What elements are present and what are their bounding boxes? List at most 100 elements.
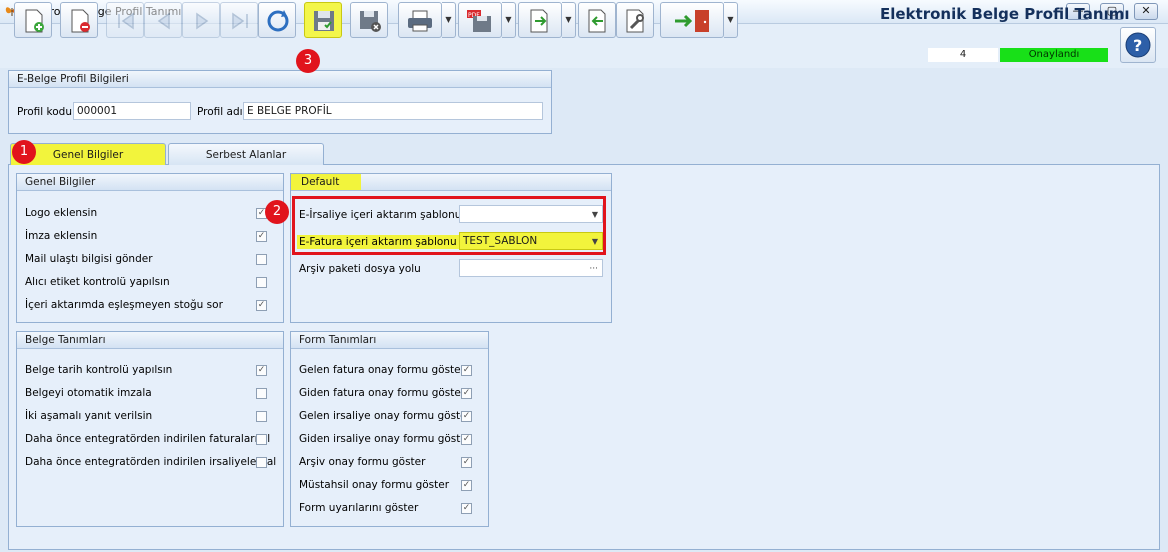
print-icon: [408, 10, 432, 32]
profile-name-input[interactable]: E BELGE PROFİL: [243, 102, 543, 120]
delete-button[interactable]: [60, 2, 98, 38]
giden-fatura-checkbox[interactable]: ✓: [461, 388, 472, 399]
form-tanimlari-panel: Form Tanımları Gelen fatura onay formu g…: [290, 331, 489, 527]
tarih-kontrol-checkbox[interactable]: ✓: [256, 365, 267, 376]
prev-record-icon: [157, 12, 170, 30]
profile-code-label: Profil kodu: [17, 106, 72, 118]
print-button[interactable]: [398, 2, 442, 38]
exit-button[interactable]: [660, 2, 724, 38]
irsaliyeleri-al-label: Daha önce entegratörden indirilen irsali…: [25, 456, 277, 468]
svg-text:?: ?: [1133, 36, 1142, 55]
panel-title: Genel Bilgiler: [17, 174, 283, 191]
stok-option-label: İçeri aktarımda eşleşmeyen stoğu sor: [25, 299, 223, 311]
arsiv-path-input[interactable]: ···: [459, 259, 603, 277]
giden-fatura-label: Giden fatura onay formu göster: [299, 387, 466, 399]
chevron-down-icon: ▼: [727, 15, 734, 24]
refresh-icon: [267, 10, 289, 32]
annotation-marker-3: 3: [296, 49, 320, 73]
giden-irsaliye-checkbox[interactable]: ✓: [461, 434, 472, 445]
status-badge: Onaylandı: [1000, 48, 1108, 62]
mail-checkbox[interactable]: [256, 254, 267, 265]
print-dropdown[interactable]: ▼: [442, 2, 456, 38]
alici-option-label: Alıcı etiket kontrolü yapılsın: [25, 276, 170, 288]
panel-title: E-Belge Profil Bilgileri: [9, 71, 551, 88]
save-icon: [314, 11, 334, 31]
export-dropdown[interactable]: ▼: [562, 2, 576, 38]
profile-panel: E-Belge Profil Bilgileri Profil kodu 000…: [8, 70, 552, 134]
save-button[interactable]: [304, 2, 342, 38]
belge-tanimlari-panel: Belge Tanımları Belge tarih kontrolü yap…: [16, 331, 284, 527]
arsiv-path-label: Arşiv paketi dosya yolu: [299, 263, 421, 275]
first-record-button[interactable]: [106, 2, 144, 38]
save-close-icon: [360, 11, 381, 32]
delete-doc-icon: [71, 9, 90, 33]
pdf-save-button[interactable]: PDF: [458, 2, 502, 38]
profile-name-label: Profil adı: [197, 106, 243, 118]
panel-title: Default: [291, 174, 362, 190]
giden-irsaliye-label: Giden irsaliye onay formu göster: [299, 433, 472, 445]
tools-icon: [626, 9, 644, 33]
exit-icon: [675, 10, 709, 32]
alici-checkbox[interactable]: [256, 277, 267, 288]
gelen-irsaliye-checkbox[interactable]: ✓: [461, 411, 472, 422]
iki-asama-label: İki aşamalı yanıt verilsin: [25, 410, 153, 422]
close-button[interactable]: ✕: [1134, 3, 1158, 20]
annotation-marker-1: 1: [12, 140, 36, 164]
pdf-dropdown[interactable]: ▼: [502, 2, 516, 38]
close-icon: ✕: [1141, 4, 1151, 17]
chevron-down-icon: ▼: [565, 15, 572, 24]
faturalari-al-checkbox[interactable]: [256, 434, 267, 445]
new-doc-icon: [25, 9, 44, 33]
profile-code-input[interactable]: 000001: [73, 102, 191, 120]
faturalari-al-label: Daha önce entegratörden indirilen fatura…: [25, 433, 271, 445]
exit-dropdown[interactable]: ▼: [724, 2, 738, 38]
panel-title: Belge Tanımları: [17, 332, 283, 349]
tab-serbest-alanlar[interactable]: Serbest Alanlar: [168, 143, 324, 165]
iki-asama-checkbox[interactable]: [256, 411, 267, 422]
irsaliyeleri-al-checkbox[interactable]: [256, 457, 267, 468]
arsiv-onay-label: Arşiv onay formu göster: [299, 456, 426, 468]
tools-button[interactable]: [616, 2, 654, 38]
form-uyari-label: Form uyarılarını göster: [299, 502, 419, 514]
imza-checkbox[interactable]: ✓: [256, 231, 267, 242]
genel-bilgiler-panel: Genel Bilgiler Logo eklensin ✓ İmza ekle…: [16, 173, 284, 323]
new-button[interactable]: [14, 2, 52, 38]
import-icon: [588, 9, 606, 33]
chevron-down-icon: ▼: [445, 15, 452, 24]
first-record-icon: [118, 12, 134, 30]
next-record-button[interactable]: [182, 2, 220, 38]
arsiv-onay-checkbox[interactable]: ✓: [461, 457, 472, 468]
help-button[interactable]: ?: [1120, 27, 1156, 63]
otomatik-imza-checkbox[interactable]: [256, 388, 267, 399]
panel-title: Form Tanımları: [291, 332, 488, 349]
next-record-icon: [196, 12, 209, 30]
export-icon: [530, 9, 548, 33]
imza-option-label: İmza eklensin: [25, 230, 98, 242]
ellipsis-icon[interactable]: ···: [589, 261, 598, 277]
panel-header: Default: [291, 174, 611, 191]
last-record-button[interactable]: [220, 2, 258, 38]
save-close-button[interactable]: [350, 2, 388, 38]
form-uyari-checkbox[interactable]: ✓: [461, 503, 472, 514]
mustahsil-onay-label: Müstahsil onay formu göster: [299, 479, 450, 491]
annotation-marker-2: 2: [265, 200, 289, 224]
gelen-irsaliye-label: Gelen irsaliye onay formu göster: [299, 410, 471, 422]
tarih-kontrol-label: Belge tarih kontrolü yapılsın: [25, 364, 173, 376]
logo-option-label: Logo eklensin: [25, 207, 98, 219]
record-number: 4: [928, 48, 998, 62]
gelen-fatura-label: Gelen fatura onay formu göster: [299, 364, 465, 376]
pdf-save-icon: PDF: [467, 10, 491, 32]
prev-record-button[interactable]: [144, 2, 182, 38]
otomatik-imza-label: Belgeyi otomatik imzala: [25, 387, 152, 399]
help-icon: ?: [1125, 32, 1151, 58]
last-record-icon: [232, 12, 248, 30]
mustahsil-onay-checkbox[interactable]: ✓: [461, 480, 472, 491]
stok-checkbox[interactable]: ✓: [256, 300, 267, 311]
export-button[interactable]: [518, 2, 562, 38]
mail-option-label: Mail ulaştı bilgisi gönder: [25, 253, 153, 265]
refresh-button[interactable]: [258, 2, 296, 38]
chevron-down-icon: ▼: [505, 15, 512, 24]
highlight-frame: [292, 196, 606, 255]
gelen-fatura-checkbox[interactable]: ✓: [461, 365, 472, 376]
import-button[interactable]: [578, 2, 616, 38]
